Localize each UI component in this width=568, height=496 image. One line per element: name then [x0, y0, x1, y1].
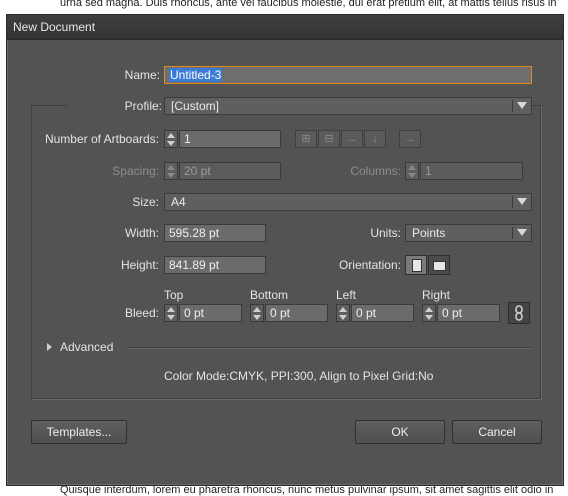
stepper-up-icon — [408, 165, 416, 170]
units-divider — [512, 227, 513, 239]
profile-value: [Custom] — [171, 99, 220, 113]
stepper-up-icon — [167, 165, 175, 170]
artboards-label: Number of Artboards: — [44, 132, 159, 146]
stepper-down-icon — [167, 141, 175, 146]
stepper-down-icon — [425, 315, 433, 320]
bleed-top-input[interactable]: 0 pt — [179, 304, 242, 322]
cancel-button[interactable]: Cancel — [452, 420, 542, 444]
stepper-down-icon — [339, 315, 347, 320]
stepper-down-icon — [408, 173, 416, 178]
link-bleed-button[interactable] — [508, 302, 530, 324]
bleed-bottom-stepper[interactable] — [250, 304, 264, 322]
arrange-by-row-icon[interactable]: → — [341, 130, 363, 148]
bleed-left-input[interactable]: 0 pt — [351, 304, 414, 322]
size-value: A4 — [171, 195, 186, 209]
bleed-bottom-input[interactable]: 0 pt — [265, 304, 328, 322]
width-input[interactable]: 595.28 pt — [164, 224, 266, 242]
bleed-left-label: Left — [336, 288, 357, 302]
stepper-down-icon — [167, 173, 175, 178]
stepper-down-icon — [253, 315, 261, 320]
artboards-input[interactable]: 1 — [179, 130, 281, 148]
size-dropdown[interactable]: A4 — [164, 193, 532, 211]
spacing-label: Spacing: — [112, 164, 159, 178]
bleed-right-label: Right — [422, 288, 451, 302]
arrange-by-column-icon[interactable]: ↓ — [364, 130, 386, 148]
stepper-up-icon — [167, 307, 175, 312]
height-label: Height: — [120, 258, 159, 272]
templates-button[interactable]: Templates... — [31, 420, 127, 444]
grid-by-row-icon[interactable]: ⊞ — [295, 130, 317, 148]
bleed-top-label: Top — [164, 288, 184, 302]
dialog-title: New Document — [13, 20, 96, 34]
document-summary: Color Mode:CMYK, PPI:300, Align to Pixel… — [164, 369, 434, 383]
profile-dropdown[interactable]: [Custom] — [164, 97, 532, 115]
width-label: Width: — [124, 226, 159, 240]
name-value: Untitled-3 — [169, 68, 223, 82]
units-label: Units: — [370, 226, 401, 240]
background-text-top: urna sed magna. Duis rhoncus, ante vel f… — [60, 0, 557, 9]
stepper-down-icon — [167, 315, 175, 320]
name-input[interactable]: Untitled-3 — [164, 66, 532, 84]
size-label: Size: — [132, 195, 159, 209]
name-label: Name: — [124, 68, 160, 82]
spacing-input[interactable]: 20 pt — [179, 162, 281, 180]
ok-button[interactable]: OK — [355, 420, 445, 444]
orientation-label: Orientation: — [338, 258, 401, 272]
portrait-icon — [412, 259, 422, 272]
bleed-top-stepper[interactable] — [164, 304, 178, 322]
columns-label: Columns: — [350, 164, 401, 178]
units-value: Points — [412, 226, 446, 240]
spacing-stepper[interactable] — [164, 162, 178, 180]
bleed-right-stepper[interactable] — [422, 304, 436, 322]
bleed-label: Bleed: — [124, 306, 159, 320]
stepper-up-icon — [339, 307, 347, 312]
bleed-left-stepper[interactable] — [336, 304, 350, 322]
profile-label: Profile: — [67, 99, 164, 113]
bleed-right-input[interactable]: 0 pt — [437, 304, 500, 322]
grid-by-column-icon[interactable]: ⊟ — [318, 130, 340, 148]
dialog-titlebar[interactable]: New Document — [7, 15, 563, 40]
height-input[interactable]: 841.89 pt — [164, 256, 266, 274]
columns-stepper[interactable] — [405, 162, 419, 180]
units-dropdown[interactable]: Points — [405, 224, 532, 242]
expand-triangle-icon[interactable] — [47, 343, 52, 351]
stepper-up-icon — [253, 307, 261, 312]
chevron-down-icon — [517, 198, 527, 205]
artboards-stepper[interactable] — [164, 130, 178, 148]
new-document-dialog: New Document Name: Untitled-3 Profile: [… — [6, 14, 564, 486]
chain-link-icon — [515, 305, 523, 321]
chevron-down-icon — [517, 102, 527, 109]
size-divider — [512, 196, 513, 208]
bleed-bottom-label: Bottom — [250, 288, 289, 302]
profile-group — [31, 105, 541, 399]
advanced-label[interactable]: Advanced — [60, 340, 113, 354]
landscape-icon — [433, 261, 446, 271]
layout-direction-icon[interactable]: → — [399, 130, 421, 148]
chevron-down-icon — [517, 229, 527, 236]
columns-input[interactable]: 1 — [420, 162, 523, 180]
stepper-up-icon — [425, 307, 433, 312]
landscape-button[interactable] — [428, 255, 450, 275]
portrait-button[interactable] — [405, 255, 427, 275]
stepper-up-icon — [167, 133, 175, 138]
profile-divider — [512, 100, 513, 112]
advanced-divider — [127, 347, 531, 348]
